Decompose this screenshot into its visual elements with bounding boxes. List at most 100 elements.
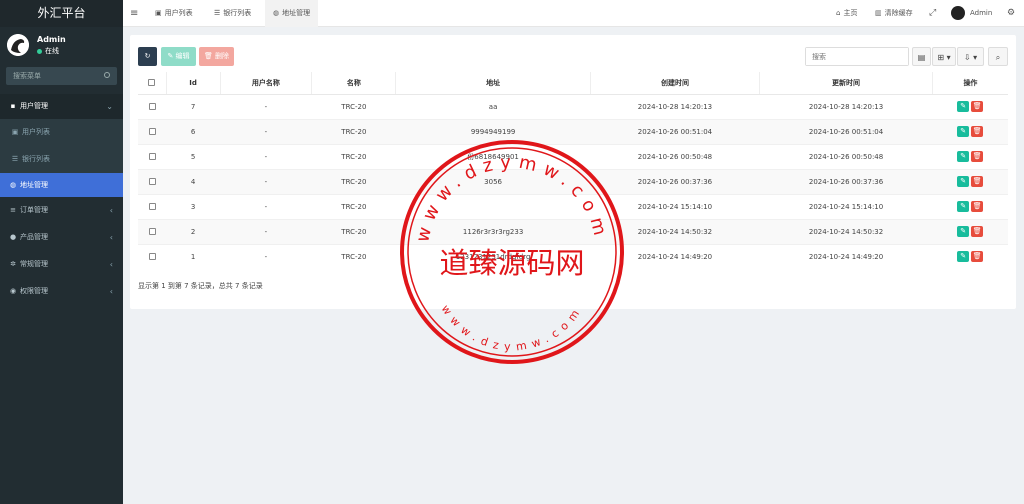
header-id[interactable]: Id — [166, 72, 221, 95]
row-checkbox-cell[interactable] — [138, 168, 167, 194]
updated-cell: 2024-10-24 15:14:10 — [759, 193, 933, 219]
sidebar-item-label: 产品管理 — [20, 233, 48, 241]
row-checkbox-cell[interactable] — [138, 243, 167, 269]
chevron-left-icon: ‹ — [109, 206, 113, 215]
row-edit-button[interactable]: ✎ — [957, 251, 970, 263]
created-cell: 2024-10-26 00:51:04 — [590, 118, 760, 144]
avatar — [7, 34, 29, 56]
row-checkbox-cell[interactable] — [138, 218, 167, 244]
row-checkbox[interactable] — [148, 103, 156, 110]
row-delete-button[interactable]: 🗑 — [971, 176, 984, 187]
row-delete-button[interactable]: 🗑 — [971, 226, 984, 237]
row-checkbox[interactable] — [148, 203, 156, 210]
menu-toggle-icon[interactable]: ≡ — [130, 0, 138, 27]
table-search-input[interactable] — [806, 48, 908, 65]
online-dot-icon — [37, 48, 42, 54]
id-cell: 5 — [166, 143, 221, 169]
sidebar-item-user-management[interactable]: ▪ 用户管理 ⌄ — [0, 94, 123, 119]
table-row[interactable]: 2- TRC-20 1126r3r3r3rg233 2024-10-24 14:50:… — [138, 218, 1008, 244]
row-delete-button[interactable]: 🗑 — [971, 251, 984, 263]
globe-icon: ◍ — [273, 9, 280, 17]
table-search — [805, 47, 909, 66]
updated-cell: 2024-10-26 00:51:04 — [759, 118, 933, 144]
row-checkbox-cell[interactable] — [138, 193, 167, 219]
row-delete-button[interactable]: 🗑 — [971, 201, 984, 212]
row-checkbox[interactable] — [148, 178, 156, 185]
id-cell: 6 — [166, 118, 221, 144]
sidebar-item-address-management[interactable]: ◍ 地址管理 — [0, 173, 123, 197]
refresh-button[interactable]: ↻ — [138, 47, 157, 66]
table-row[interactable]: 5- TRC-20 份6818649901 2024-10-26 00:50:48 20… — [138, 143, 1008, 169]
row-checkbox-cell[interactable] — [138, 118, 167, 144]
address-cell: 3056 — [395, 168, 591, 194]
cogs-icon: ✲ — [10, 260, 16, 268]
tab-bank-list[interactable]: ☰ 银行列表 — [206, 0, 259, 27]
header-checkbox[interactable] — [138, 72, 167, 95]
select-all-checkbox[interactable] — [148, 79, 156, 87]
sidebar-search-input[interactable] — [6, 67, 117, 85]
users-icon: ◉ — [9, 287, 17, 295]
tab-label: 用户列表 — [164, 9, 193, 17]
sidebar-item-label: 用户管理 — [20, 102, 48, 110]
updated-cell: 2024-10-24 14:49:20 — [759, 243, 933, 269]
row-delete-button[interactable]: 🗑 — [971, 151, 984, 162]
row-edit-button[interactable]: ✎ — [957, 151, 970, 162]
id-cell: 4 — [166, 168, 221, 194]
row-edit-button[interactable]: ✎ — [957, 101, 970, 112]
row-checkbox[interactable] — [148, 128, 156, 135]
row-checkbox-cell[interactable] — [138, 93, 167, 119]
header-username: 用户名称 — [220, 72, 313, 95]
sidebar-item-general-management[interactable]: ✲ 常规管理 ‹ — [0, 251, 123, 278]
export-dropdown-icon[interactable]: ⇩ ▾ — [957, 47, 984, 66]
table-row[interactable]: 4- TRC-20 3056 2024-10-26 00:37:36 2024-10-2… — [138, 168, 1008, 194]
database-icon: ☰ — [11, 155, 19, 163]
actions-cell: ✎ 🗑 — [932, 193, 1008, 219]
row-delete-button[interactable]: 🗑 — [971, 126, 984, 137]
row-delete-button[interactable]: 🗑 — [971, 101, 984, 112]
id-cell: 7 — [166, 93, 221, 119]
header-actions: 操作 — [932, 72, 1008, 95]
row-edit-button[interactable]: ✎ — [957, 176, 970, 187]
chevron-left-icon: ‹ — [109, 287, 113, 296]
columns-dropdown-icon[interactable]: ⊞ ▾ — [932, 47, 956, 66]
row-edit-button[interactable]: ✎ — [957, 226, 970, 237]
list-icon: ≡ — [10, 206, 16, 214]
brand-title[interactable]: 外汇平台 — [0, 0, 123, 27]
table-row[interactable]: 1- TRC-20 1231231231drdgfdrg 2024-10-24 14:… — [138, 243, 1008, 269]
home-link[interactable]: ⌂ 主页 — [836, 0, 857, 27]
delete-button[interactable]: 🗑 删除 — [199, 47, 234, 66]
tab-label: 银行列表 — [223, 9, 252, 17]
chevron-left-icon: ‹ — [109, 260, 113, 269]
sidebar-item-product-management[interactable]: ● 产品管理 ‹ — [0, 224, 123, 251]
created-cell: 2024-10-24 14:49:20 — [590, 243, 760, 269]
circle-icon: ● — [9, 233, 17, 241]
address-table: Id 用户名称 名称 地址 创建时间 更新时间 操作 7- TRC-20 aa 202… — [138, 72, 1008, 269]
avatar — [951, 6, 965, 20]
sidebar-item-permission-management[interactable]: ◉ 权限管理 ‹ — [0, 278, 123, 305]
fullscreen-icon[interactable]: ⤢ — [929, 0, 936, 27]
user-menu[interactable]: Admin — [951, 0, 992, 27]
clear-cache-button[interactable]: ▥ 清除缓存 — [875, 0, 913, 27]
sidebar-item-user-list[interactable]: ▣ 用户列表 — [0, 119, 123, 146]
table-row[interactable]: 3- TRC-20 2024-10-24 15:14:10 2024-10-24 15… — [138, 193, 1008, 219]
row-edit-button[interactable]: ✎ — [957, 126, 970, 137]
row-checkbox[interactable] — [148, 153, 156, 160]
name-cell: TRC-20 — [311, 143, 396, 169]
sidebar-item-bank-list[interactable]: ☰ 银行列表 — [0, 146, 123, 173]
sidebar-search — [6, 67, 117, 85]
edit-button[interactable]: ✎ 编辑 — [161, 47, 196, 66]
updated-cell: 2024-10-24 14:50:32 — [759, 218, 933, 244]
sidebar-item-order-management[interactable]: ≡ 订单管理 ‹ — [0, 197, 123, 224]
table-row[interactable]: 7- TRC-20 aa 2024-10-28 14:20:13 2024-10-28 … — [138, 93, 1008, 119]
tab-address-management[interactable]: ◍ 地址管理 — [265, 0, 319, 27]
table-row[interactable]: 6- TRC-20 9994949199 2024-10-26 00:51:04 202… — [138, 118, 1008, 144]
settings-gear-icon[interactable]: ⚙ — [1007, 0, 1015, 27]
row-checkbox-cell[interactable] — [138, 143, 167, 169]
search-icon[interactable] — [104, 72, 110, 78]
common-search-icon[interactable]: ⌕ — [988, 47, 1008, 66]
toggle-view-icon[interactable]: ▤ — [912, 47, 931, 66]
row-checkbox[interactable] — [148, 253, 156, 261]
row-edit-button[interactable]: ✎ — [957, 201, 970, 212]
tab-user-list[interactable]: ▣ 用户列表 — [147, 0, 201, 27]
row-checkbox[interactable] — [148, 228, 156, 235]
